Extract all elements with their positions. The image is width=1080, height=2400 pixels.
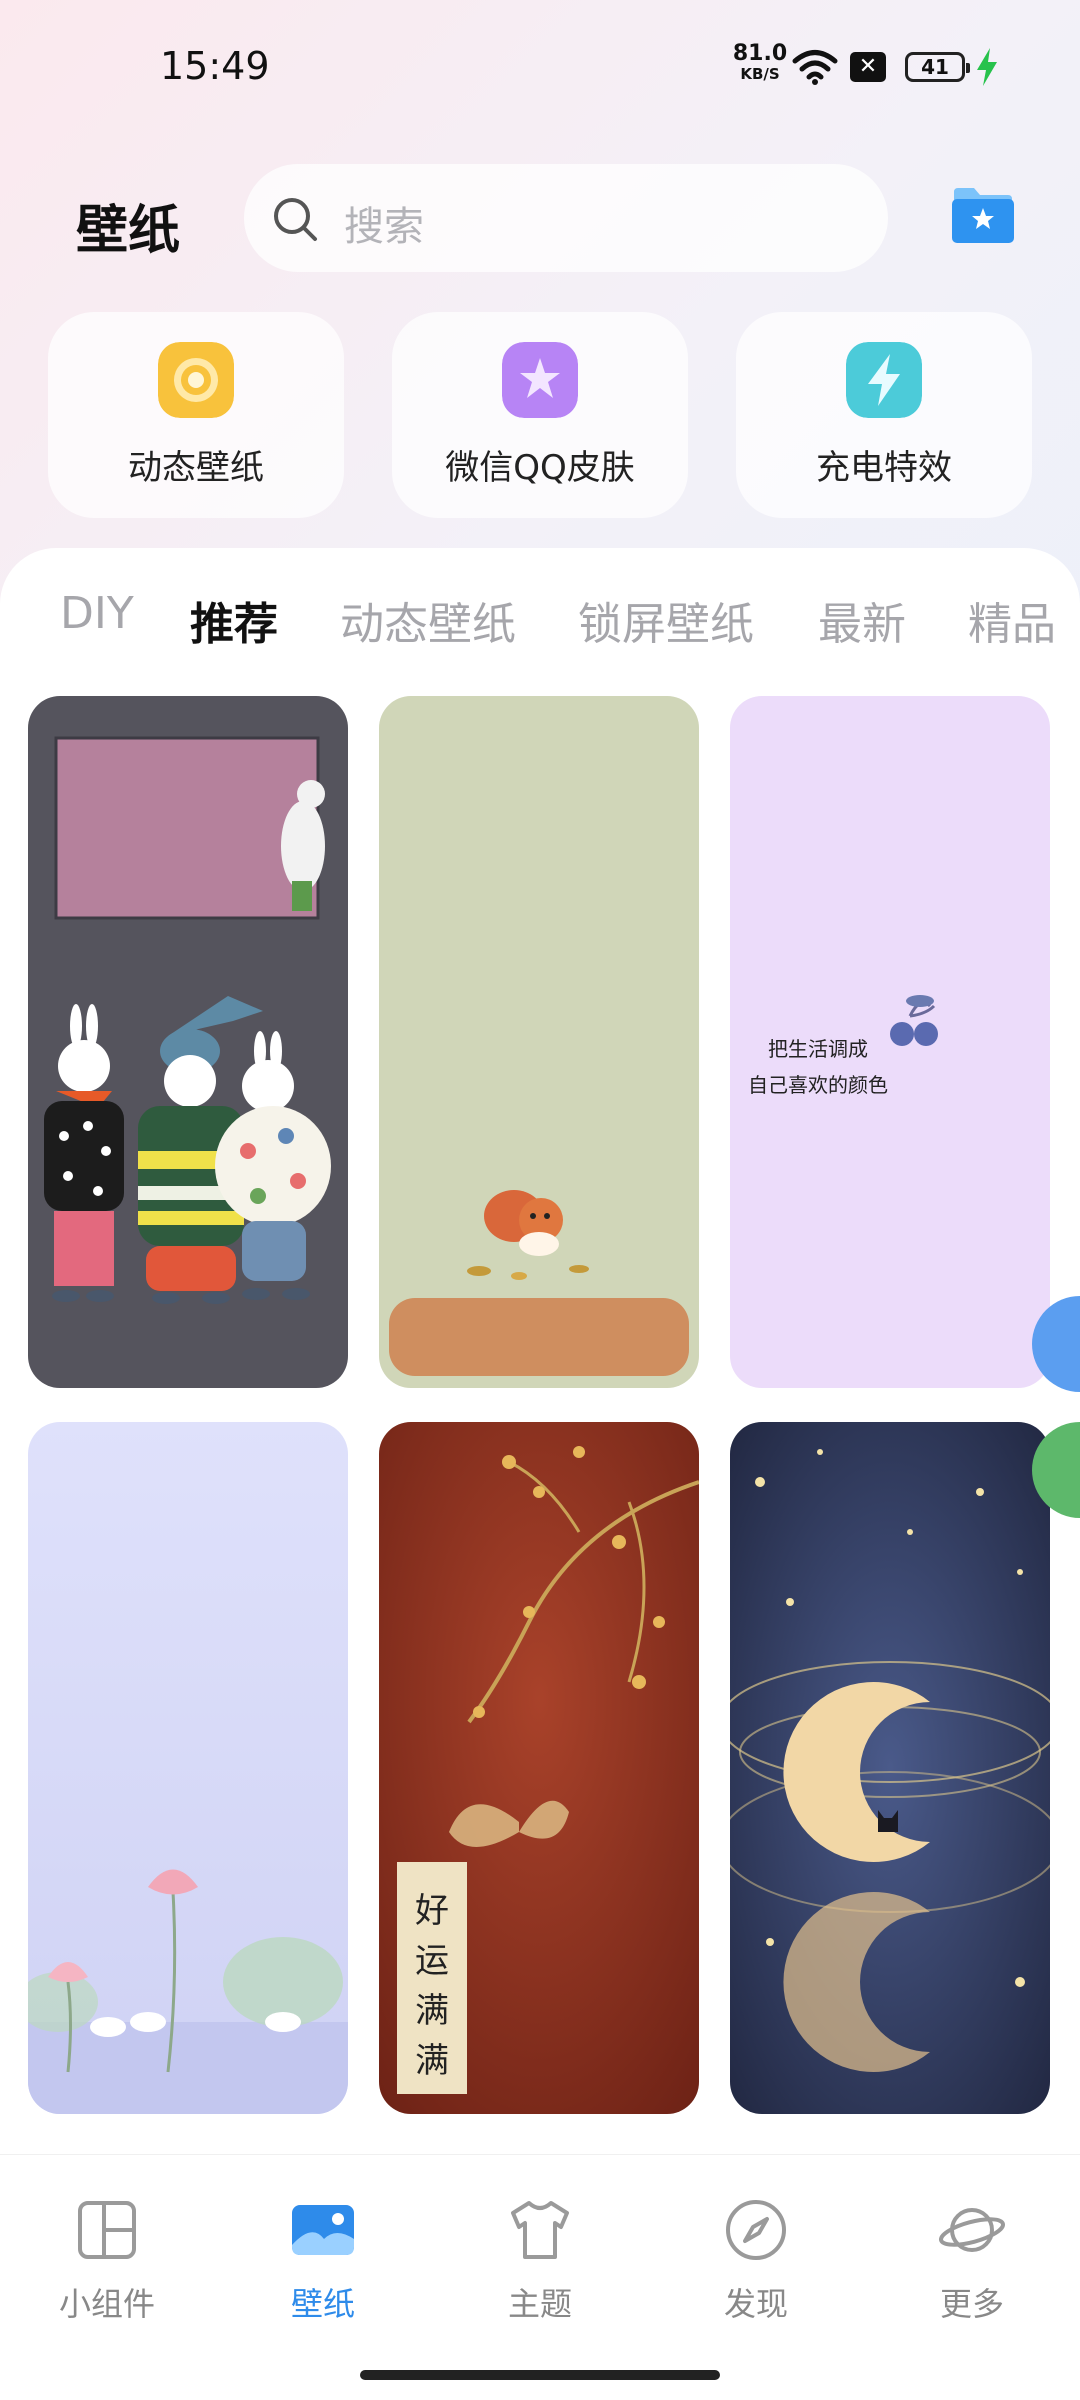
search-icon: [274, 198, 317, 241]
nav-more[interactable]: 更多: [882, 2195, 1062, 2335]
more-planet-icon: [938, 2208, 1006, 2252]
wallpaper-text-char: 满: [415, 2041, 449, 2081]
wallpaper-card-bunnies[interactable]: [28, 696, 348, 1388]
tab-recommended[interactable]: 推荐: [190, 588, 278, 652]
skin-star-icon: [502, 342, 578, 418]
home-indicator[interactable]: [360, 2370, 720, 2380]
favorites-folder-icon[interactable]: [950, 186, 1016, 244]
wallpaper-text-char: 满: [415, 1991, 449, 2031]
nav-label: 壁纸: [290, 2285, 355, 2323]
quick-card-label: 充电特效: [816, 448, 952, 488]
wallpaper-image: [28, 696, 348, 1388]
category-tabs: DIY 推荐 动态壁纸 锁屏壁纸 最新 精品: [0, 588, 1080, 708]
quick-card-chat-skin[interactable]: 微信QQ皮肤: [392, 312, 688, 518]
page-title: 壁纸: [76, 201, 181, 261]
tab-premium[interactable]: 精品: [968, 588, 1056, 652]
no-sim-icon: ✕: [850, 52, 886, 82]
wallpaper-card-lavender-quote[interactable]: 把生活调成 自己喜欢的颜色: [730, 696, 1050, 1388]
charging-icon: [977, 48, 997, 86]
network-speed: 81.0 KB/S: [730, 41, 790, 84]
wallpaper-image: [28, 1422, 348, 2114]
bottom-nav: 小组件 壁纸 主题 发现 更多: [0, 2154, 1080, 2400]
nav-label: 小组件: [58, 2285, 155, 2323]
tab-diy[interactable]: DIY: [60, 588, 134, 639]
network-speed-value: 81.0: [732, 41, 788, 66]
theme-shirt-icon: [511, 2201, 569, 2259]
nav-wallpaper[interactable]: 壁纸: [233, 2195, 413, 2335]
tab-lockscreen-wallpaper[interactable]: 锁屏壁纸: [578, 588, 754, 652]
wallpaper-card-good-luck[interactable]: 好 运 满 满: [379, 1422, 699, 2114]
wallpaper-icon: [292, 2205, 354, 2255]
search-input[interactable]: 搜索: [244, 164, 888, 272]
quick-card-label: 微信QQ皮肤: [445, 448, 635, 488]
wallpaper-image: 好 运 满 满: [379, 1422, 699, 2114]
widget-icon: [78, 2201, 136, 2259]
wifi-icon: [792, 50, 838, 85]
wallpaper-quote-line-2: 自己喜欢的颜色: [748, 1073, 888, 1097]
search-placeholder: 搜索: [344, 204, 424, 250]
quick-card-charging-effect[interactable]: 充电特效: [736, 312, 1032, 518]
battery-level: 41: [921, 55, 949, 79]
wallpaper-quote-line-1: 把生活调成: [768, 1037, 868, 1061]
wallpaper-card-lotus[interactable]: [28, 1422, 348, 2114]
nav-discover[interactable]: 发现: [666, 2195, 846, 2335]
wallpaper-image: [379, 696, 699, 1388]
wallpaper-image: 把生活调成 自己喜欢的颜色: [730, 696, 1050, 1388]
battery-icon: 41: [905, 52, 970, 82]
charging-bolt-icon: [846, 342, 922, 418]
quick-card-label: 动态壁纸: [128, 448, 264, 488]
wallpaper-text-char: 好: [415, 1891, 449, 1931]
nav-label: 发现: [723, 2285, 788, 2323]
nav-label: 更多: [939, 2285, 1004, 2323]
wallpaper-card-moon-cat[interactable]: [730, 1422, 1050, 2114]
tab-live-wallpaper[interactable]: 动态壁纸: [340, 588, 516, 652]
wallpaper-card-squirrel[interactable]: [379, 696, 699, 1388]
status-time: 15:49: [160, 44, 270, 88]
nav-label: 主题: [507, 2285, 572, 2323]
wallpaper-text-char: 运: [415, 1941, 449, 1981]
discover-compass-icon: [726, 2200, 786, 2260]
live-wallpaper-icon: [158, 342, 234, 418]
nav-themes[interactable]: 主题: [450, 2195, 630, 2335]
network-speed-unit: KB/S: [740, 65, 780, 83]
tab-latest[interactable]: 最新: [818, 588, 906, 652]
wallpaper-image: [730, 1422, 1050, 2114]
status-bar: 15:49 81.0 KB/S ✕ 41: [0, 0, 1080, 135]
quick-card-live-wallpaper[interactable]: 动态壁纸: [48, 312, 344, 518]
nav-widgets[interactable]: 小组件: [17, 2195, 197, 2335]
